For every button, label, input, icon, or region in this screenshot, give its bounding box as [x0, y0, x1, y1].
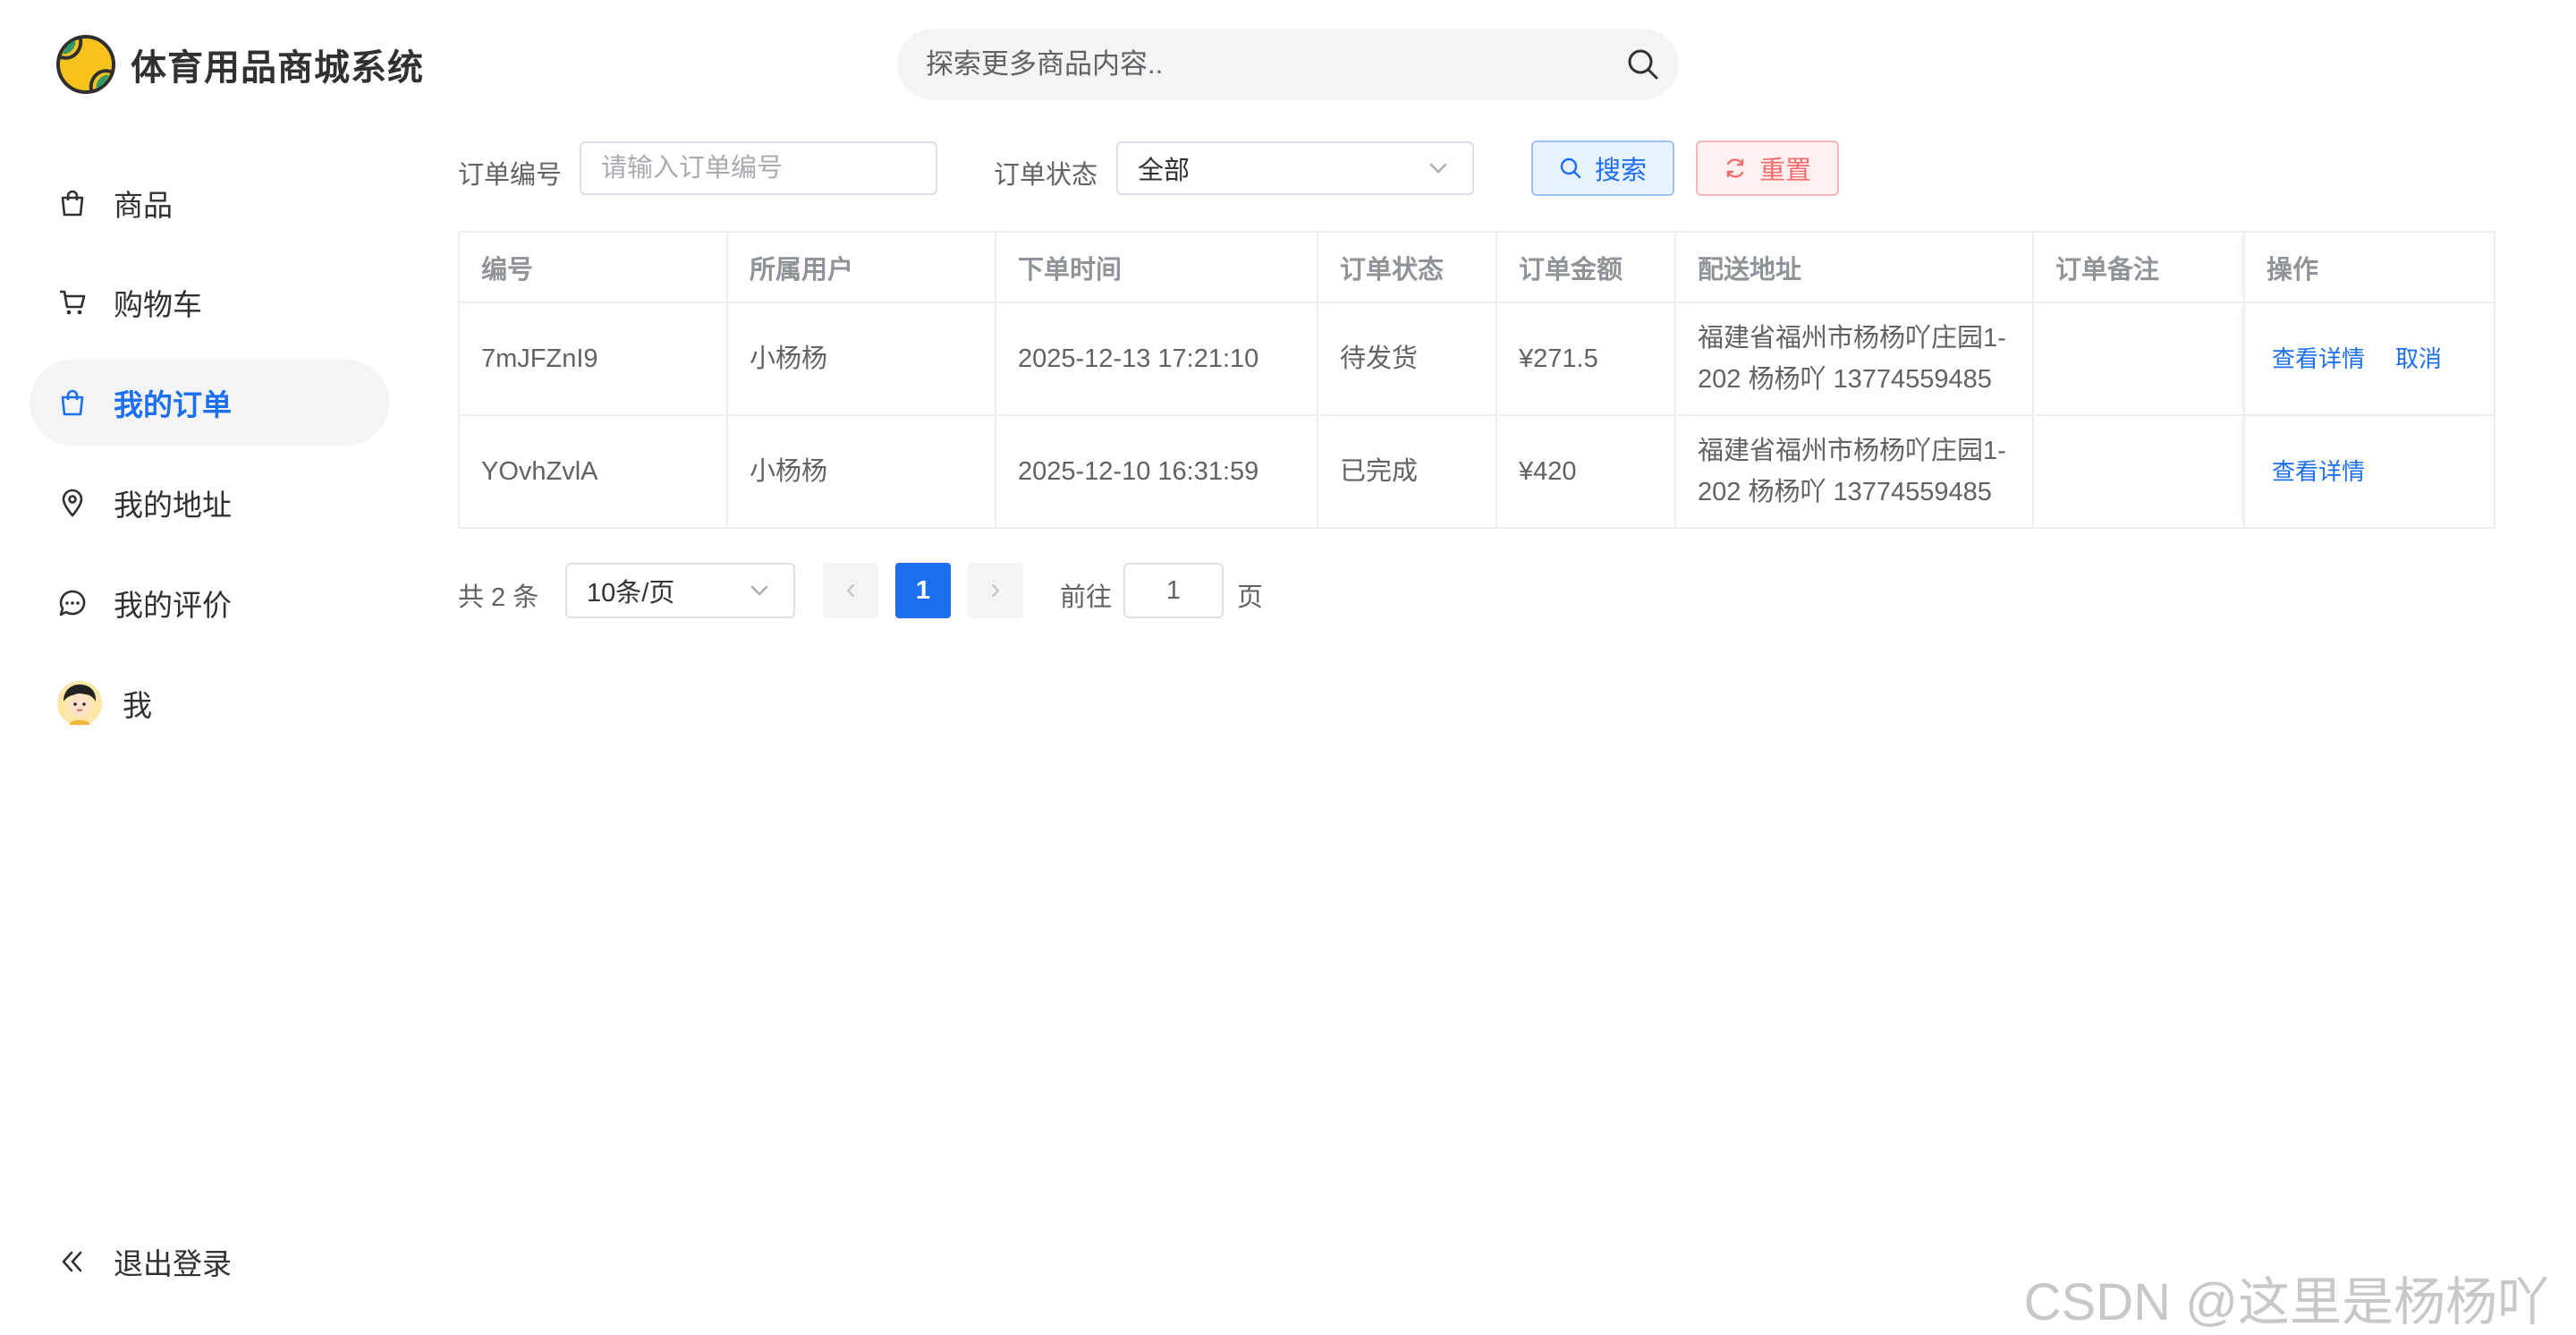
ball-logo-icon	[56, 35, 115, 94]
sidebar-item-label: 我的地址	[114, 489, 232, 522]
goto-label: 前往	[1060, 583, 1113, 612]
column-header-amount[interactable]: 订单金额	[1496, 231, 1676, 303]
order-no-field	[580, 141, 937, 195]
order-status-label: 订单状态	[994, 161, 1098, 190]
order-amount-cell: ¥420	[1496, 414, 1676, 529]
order-amount-cell: ¥271.5	[1496, 302, 1676, 416]
order-remark-cell	[2032, 302, 2245, 416]
reset-button[interactable]: 重置	[1696, 140, 1839, 196]
column-header-status[interactable]: 订单状态	[1317, 231, 1497, 303]
search-input[interactable]	[897, 28, 1607, 101]
order-actions-cell: 查看详情 取消	[2243, 302, 2496, 416]
address-line-1: 福建省福州市杨杨吖庄园1-	[1698, 324, 2006, 353]
address-line-2: 202 杨杨吖 13774559485	[1698, 365, 1992, 394]
avatar	[57, 681, 102, 726]
order-user-cell: 小杨杨	[726, 302, 996, 416]
sidebar-item-label: 我的评价	[114, 589, 232, 622]
sidebar-item-my-address[interactable]: 我的地址	[30, 460, 389, 546]
search-button[interactable]: 搜索	[1531, 140, 1674, 196]
prev-page-button[interactable]	[823, 563, 878, 618]
order-status-cell: 已完成	[1317, 414, 1497, 529]
watermark-text: CSDN @这里是杨杨吖	[2023, 1273, 2549, 1331]
column-header-actions: 操作	[2243, 231, 2496, 303]
chevron-left-icon	[847, 584, 854, 597]
order-address-cell: 福建省福州市杨杨吖庄园1- 202 杨杨吖 13774559485	[1674, 302, 2034, 416]
order-no-input[interactable]	[581, 152, 936, 184]
sidebar-item-me[interactable]: 我	[30, 660, 389, 746]
chevron-down-icon	[750, 585, 768, 596]
shopping-cart-icon	[56, 286, 89, 319]
search-submit-button[interactable]	[1607, 29, 1679, 100]
view-details-link[interactable]: 查看详情	[2272, 338, 2365, 379]
order-id-cell: YOvhZvlA	[458, 414, 728, 529]
refresh-icon	[1726, 158, 1744, 178]
chevron-right-icon	[992, 584, 999, 597]
search-bar	[897, 28, 1679, 101]
location-pin-icon	[56, 487, 89, 519]
search-icon	[1560, 157, 1581, 179]
page-suffix-label: 页	[1237, 583, 1264, 612]
sidebar-item-label: 我的订单	[114, 388, 232, 421]
page-size-select[interactable]: 10条/页	[565, 563, 795, 618]
order-no-label: 订单编号	[458, 161, 563, 190]
address-line-1: 福建省福州市杨杨吖庄园1-	[1698, 437, 2006, 465]
pagination-total: 共 2 条	[458, 583, 539, 612]
logout-label: 退出登录	[114, 1247, 232, 1280]
sidebar-item-label: 商品	[114, 189, 173, 222]
order-address-cell: 福建省福州市杨杨吖庄园1- 202 杨杨吖 13774559485	[1674, 414, 2034, 529]
column-header-id[interactable]: 编号	[458, 231, 728, 303]
page-size-value: 10条/页	[587, 579, 675, 608]
table-row: YOvhZvlA 小杨杨 2025-12-10 16:31:59 已完成 ¥42…	[458, 414, 2496, 529]
goto-page-input[interactable]	[1125, 574, 1222, 607]
chat-bubble-icon	[56, 587, 89, 619]
orders-table: 编号 所属用户 下单时间 订单状态 订单金额 配送地址 订单备注 操作 7mJF…	[458, 231, 2496, 529]
column-header-address[interactable]: 配送地址	[1674, 231, 2034, 303]
shopping-bag-icon	[56, 187, 89, 219]
order-actions-cell: 查看详情	[2243, 414, 2496, 529]
logout-button[interactable]: 退出登录	[30, 1219, 389, 1305]
double-chevron-left-icon	[56, 1246, 89, 1278]
column-header-remark[interactable]: 订单备注	[2032, 231, 2245, 303]
sidebar-item-label: 购物车	[114, 288, 202, 321]
order-bag-icon	[56, 387, 89, 419]
cancel-order-link[interactable]: 取消	[2395, 338, 2442, 379]
sidebar-item-products[interactable]: 商品	[30, 160, 389, 246]
app-title: 体育用品商城系统	[131, 48, 424, 88]
order-user-cell: 小杨杨	[726, 414, 996, 529]
order-time-cell: 2025-12-13 17:21:10	[995, 302, 1318, 416]
goto-field	[1123, 563, 1224, 618]
order-time-cell: 2025-12-10 16:31:59	[995, 414, 1318, 529]
order-status-select[interactable]: 全部	[1116, 141, 1474, 195]
column-header-user[interactable]: 所属用户	[726, 231, 996, 303]
view-details-link[interactable]: 查看详情	[2272, 451, 2365, 492]
app-logo[interactable]: 体育用品商城系统	[55, 34, 424, 95]
search-icon	[1628, 49, 1658, 80]
sidebar-item-cart[interactable]: 购物车	[30, 259, 389, 345]
order-status-cell: 待发货	[1317, 302, 1497, 416]
sidebar-item-label: 我	[123, 689, 152, 722]
order-status-value: 全部	[1138, 157, 1191, 185]
sidebar-item-my-orders[interactable]: 我的订单	[30, 360, 389, 446]
sidebar-item-my-reviews[interactable]: 我的评价	[30, 560, 389, 646]
chevron-down-icon	[1429, 163, 1447, 174]
order-id-cell: 7mJFZnI9	[458, 302, 728, 416]
table-header-row: 编号 所属用户 下单时间 订单状态 订单金额 配送地址 订单备注 操作	[458, 231, 2496, 303]
column-header-time[interactable]: 下单时间	[995, 231, 1318, 303]
reset-button-label: 重置	[1758, 157, 1811, 185]
address-line-2: 202 杨杨吖 13774559485	[1698, 478, 1992, 506]
next-page-button[interactable]	[968, 563, 1023, 618]
table-row: 7mJFZnI9 小杨杨 2025-12-13 17:21:10 待发货 ¥27…	[458, 302, 2496, 416]
order-remark-cell	[2032, 414, 2245, 529]
page-number-button[interactable]: 1	[895, 563, 951, 618]
search-button-label: 搜索	[1594, 157, 1647, 185]
